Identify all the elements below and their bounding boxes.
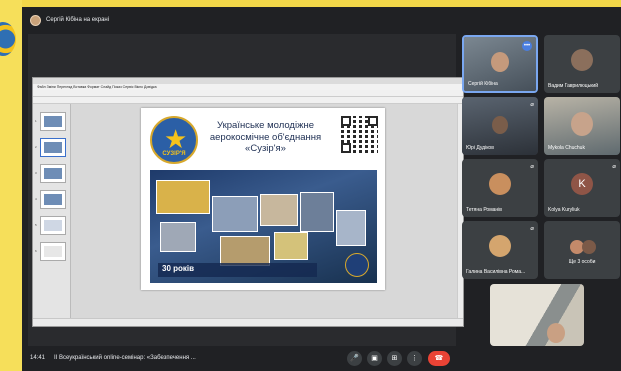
participant-avatar — [489, 235, 511, 257]
more-participants-tile[interactable]: Ще 3 особи — [544, 221, 620, 279]
mic-muted-icon: ⌀ — [530, 226, 534, 232]
participant-name: Вадим Гаврилюцький — [548, 83, 598, 89]
participant-tile[interactable]: ⌀ Юрі Дудіков — [462, 97, 538, 155]
end-call-button[interactable]: ☎ — [428, 351, 450, 366]
participant-face — [547, 323, 565, 343]
slide-title-line: аерокосмічне об'єднання — [209, 131, 322, 143]
camera-icon[interactable]: ▣ — [367, 351, 382, 366]
presenter-bar: Сергій Кібіна на екрані — [30, 12, 109, 28]
participant-tile[interactable]: Вадим Гаврилюцький — [544, 35, 620, 93]
participant-tile[interactable]: ⌀ Тетяна Романів — [462, 159, 538, 217]
slide-thumb[interactable]: 6 — [35, 242, 66, 261]
participant-avatar — [571, 49, 593, 71]
photo-collage: 30 років — [150, 170, 377, 283]
suzirya-logo: ★ СУЗІР'Я — [150, 116, 198, 164]
meeting-title: ІІ Всеукраїнський online-семінар: «Забез… — [54, 355, 196, 361]
participant-name: Тетяна Романів — [466, 207, 502, 213]
more-options-icon[interactable]: ⋮ — [407, 351, 422, 366]
presenter-avatar — [30, 14, 41, 26]
slide-title-line: Українське молодіжне — [217, 120, 314, 131]
slide-title-line: «Сузір'я» — [245, 143, 286, 154]
collage-photo — [300, 192, 334, 232]
collage-photo — [212, 196, 258, 232]
slide-title: Українське молодіжне аерокосмічне об'єдн… — [203, 120, 328, 155]
impress-toolbar-2[interactable] — [33, 97, 463, 110]
participant-tile-self[interactable]: ••• Сергій Кібіна — [462, 35, 538, 93]
participant-avatar — [489, 173, 511, 195]
slide-thumb[interactable]: 1 — [35, 112, 66, 131]
star-icon: ★ — [164, 124, 188, 154]
background-frame-top — [22, 0, 621, 7]
collage-photo — [260, 194, 298, 226]
participant-name: Mykola Chuchuk — [548, 145, 585, 151]
slide: ★ СУЗІР'Я Українське молодіжне аерокосмі… — [141, 108, 385, 290]
participant-name: Сергій Кібіна — [468, 81, 498, 87]
shared-screen: Файл Зміни Перегляд Вставка Формат Слайд… — [28, 34, 464, 348]
collage-logo — [345, 253, 369, 277]
mic-muted-icon: ⌀ — [612, 164, 616, 170]
participant-face — [492, 116, 508, 134]
participant-tile[interactable]: K ⌀ Kolya Kuryliuk — [544, 159, 620, 217]
clock: 14:41 — [30, 355, 46, 361]
presenter-label: Сергій Кібіна на екрані — [46, 17, 110, 23]
participant-face — [491, 52, 509, 72]
participant-letter-avatar: K — [571, 173, 593, 195]
participant-tile[interactable]: ⌀ Галина Василівна Рома... — [462, 221, 538, 279]
more-participants-label: Ще 3 особи — [568, 259, 596, 265]
mic-muted-icon: ⌀ — [530, 164, 534, 170]
present-icon[interactable]: ⊞ — [387, 351, 402, 366]
slide-thumb[interactable]: 3 — [35, 164, 66, 183]
slide-logo-label: СУЗІР'Я — [162, 151, 186, 157]
participant-face — [571, 112, 593, 136]
impress-status-bar — [33, 318, 463, 326]
participant-name: Kolya Kuryliuk — [548, 207, 580, 213]
mic-icon[interactable]: 🎤 — [347, 351, 362, 366]
meet-window: Сергій Кібіна на екрані Файл Зміни Перег… — [22, 7, 621, 371]
collage-photo — [156, 180, 210, 214]
participant-tile[interactable]: Mykola Chuchuk — [544, 97, 620, 155]
self-preview-tile[interactable] — [490, 284, 584, 346]
speaking-indicator-icon: ••• — [522, 41, 532, 51]
mic-muted-icon: ⌀ — [530, 102, 534, 108]
qr-code — [341, 116, 378, 153]
participant-video — [490, 284, 584, 346]
participant-name: Юрі Дудіков — [466, 145, 494, 151]
impress-toolbar[interactable] — [33, 90, 463, 103]
slide-thumb[interactable]: 4 — [35, 190, 66, 209]
collage-photo — [220, 236, 270, 266]
slide-panel: 1 2 3 4 5 6 — [33, 104, 71, 318]
collage-caption: 30 років — [162, 264, 195, 273]
collage-photo — [336, 210, 366, 246]
meet-bottom-bar: 14:41 ІІ Всеукраїнський online-семінар: … — [22, 346, 621, 371]
collage-photo — [274, 232, 308, 260]
collage-banner: 30 років — [158, 263, 317, 277]
collage-photo — [160, 222, 196, 252]
participant-name: Галина Василівна Рома... — [466, 269, 526, 275]
slide-thumb[interactable]: 5 — [35, 216, 66, 235]
participant-avatar — [582, 240, 596, 254]
slide-thumb[interactable]: 2 — [35, 138, 66, 157]
